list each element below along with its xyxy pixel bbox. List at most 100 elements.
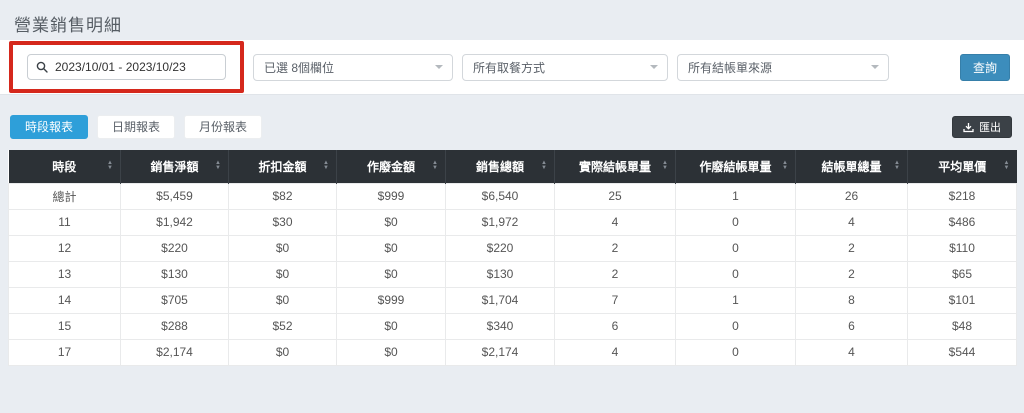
table-cell: 0 [676,209,796,235]
sort-icon[interactable]: ▲▼ [432,161,438,171]
table-cell: $999 [337,287,446,313]
table-cell: 0 [676,339,796,365]
receipt-source-value: 所有結帳單來源 [688,59,772,76]
column-header[interactable]: 作廢結帳單量▲▼ [676,150,796,183]
sort-icon[interactable]: ▲▼ [107,161,113,171]
table-cell: $130 [446,261,555,287]
row-label-cell: 12 [9,235,121,261]
date-range-input[interactable]: 2023/10/01 - 2023/10/23 [27,54,226,80]
table-cell: 0 [676,313,796,339]
row-label-cell: 11 [9,209,121,235]
column-header[interactable]: 實際結帳單量▲▼ [555,150,676,183]
table-cell: 4 [796,209,908,235]
table-cell: 25 [555,183,676,209]
table-cell: $0 [337,209,446,235]
table-cell: 1 [676,183,796,209]
receipt-source-select[interactable]: 所有結帳單來源 [677,54,889,81]
table-cell: $1,704 [446,287,555,313]
table-cell: $220 [121,235,229,261]
sort-icon[interactable]: ▲▼ [894,161,900,171]
table-cell: 2 [796,235,908,261]
column-header[interactable]: 時段▲▼ [9,150,121,183]
table-cell: 7 [555,287,676,313]
column-header[interactable]: 結帳單總量▲▼ [796,150,908,183]
filter-bar: 2023/10/01 - 2023/10/23 已選 8個欄位 所有取餐方式 所… [0,40,1024,95]
table-cell: 0 [676,261,796,287]
table-row: 14$705$0$999$1,704718$101 [9,287,1017,313]
table-cell: $130 [121,261,229,287]
date-range-value: 2023/10/01 - 2023/10/23 [55,60,186,74]
chevron-down-icon [650,65,658,69]
sort-icon[interactable]: ▲▼ [541,161,547,171]
table-row: 總計$5,459$82$999$6,54025126$218 [9,183,1017,209]
table-row: 15$288$52$0$340606$48 [9,313,1017,339]
sort-icon[interactable]: ▲▼ [1004,161,1010,171]
table-cell: $340 [446,313,555,339]
table-cell: 1 [676,287,796,313]
tab-month-report[interactable]: 月份報表 [184,115,262,139]
table-cell: $48 [908,313,1017,339]
query-button[interactable]: 查詢 [960,54,1010,81]
table-row: 11$1,942$30$0$1,972404$486 [9,209,1017,235]
sort-icon[interactable]: ▲▼ [215,161,221,171]
column-header[interactable]: 平均單價▲▼ [908,150,1017,183]
table-cell: $5,459 [121,183,229,209]
sort-icon[interactable]: ▲▼ [662,161,668,171]
table-header-row: 時段▲▼銷售淨額▲▼折扣金額▲▼作廢金額▲▼銷售總額▲▼實際結帳單量▲▼作廢結帳… [9,150,1017,183]
pickup-method-value: 所有取餐方式 [473,59,545,76]
tab-period-report[interactable]: 時段報表 [10,115,88,139]
column-header[interactable]: 折扣金額▲▼ [229,150,337,183]
table-cell: $999 [337,183,446,209]
table-cell: $0 [229,287,337,313]
sort-icon[interactable]: ▲▼ [782,161,788,171]
row-label-cell: 總計 [9,183,121,209]
export-button[interactable]: 匯出 [952,116,1012,138]
table-cell: $1,972 [446,209,555,235]
chevron-down-icon [871,65,879,69]
search-icon [36,61,48,73]
columns-filter-select[interactable]: 已選 8個欄位 [253,54,453,81]
table-row: 13$130$0$0$130202$65 [9,261,1017,287]
table-cell: $2,174 [446,339,555,365]
table-cell: 4 [555,339,676,365]
table-cell: 6 [555,313,676,339]
table-cell: $110 [908,235,1017,261]
tabs-row: 時段報表日期報表月份報表 匯出 [10,115,1014,139]
export-button-label: 匯出 [979,119,1001,135]
table-cell: $2,174 [121,339,229,365]
column-header[interactable]: 銷售總額▲▼ [446,150,555,183]
row-label-cell: 14 [9,287,121,313]
sales-report-table: 時段▲▼銷售淨額▲▼折扣金額▲▼作廢金額▲▼銷售總額▲▼實際結帳單量▲▼作廢結帳… [8,150,1017,366]
chevron-down-icon [435,65,443,69]
table-cell: 2 [796,261,908,287]
table-cell: $30 [229,209,337,235]
table-cell: $544 [908,339,1017,365]
row-label-cell: 15 [9,313,121,339]
table-body: 總計$5,459$82$999$6,54025126$21811$1,942$3… [9,183,1017,365]
columns-filter-value: 已選 8個欄位 [264,59,334,76]
tab-date-report[interactable]: 日期報表 [97,115,175,139]
row-label-cell: 13 [9,261,121,287]
table-row: 17$2,174$0$0$2,174404$544 [9,339,1017,365]
table-cell: $218 [908,183,1017,209]
table-cell: $52 [229,313,337,339]
table-cell: $82 [229,183,337,209]
table-cell: $0 [337,339,446,365]
table-row: 12$220$0$0$220202$110 [9,235,1017,261]
page-title: 營業銷售明細 [0,0,1024,40]
table-cell: 8 [796,287,908,313]
tabs: 時段報表日期報表月份報表 [10,115,271,139]
annotation-highlight: 2023/10/01 - 2023/10/23 [9,41,244,93]
table-cell: $65 [908,261,1017,287]
table-cell: $0 [229,261,337,287]
column-header[interactable]: 作廢金額▲▼ [337,150,446,183]
sort-icon[interactable]: ▲▼ [323,161,329,171]
table-cell: 4 [796,339,908,365]
table-cell: $0 [337,261,446,287]
table-cell: 2 [555,235,676,261]
table-cell: $101 [908,287,1017,313]
table-cell: $0 [229,235,337,261]
table-cell: $1,942 [121,209,229,235]
pickup-method-select[interactable]: 所有取餐方式 [462,54,668,81]
column-header[interactable]: 銷售淨額▲▼ [121,150,229,183]
